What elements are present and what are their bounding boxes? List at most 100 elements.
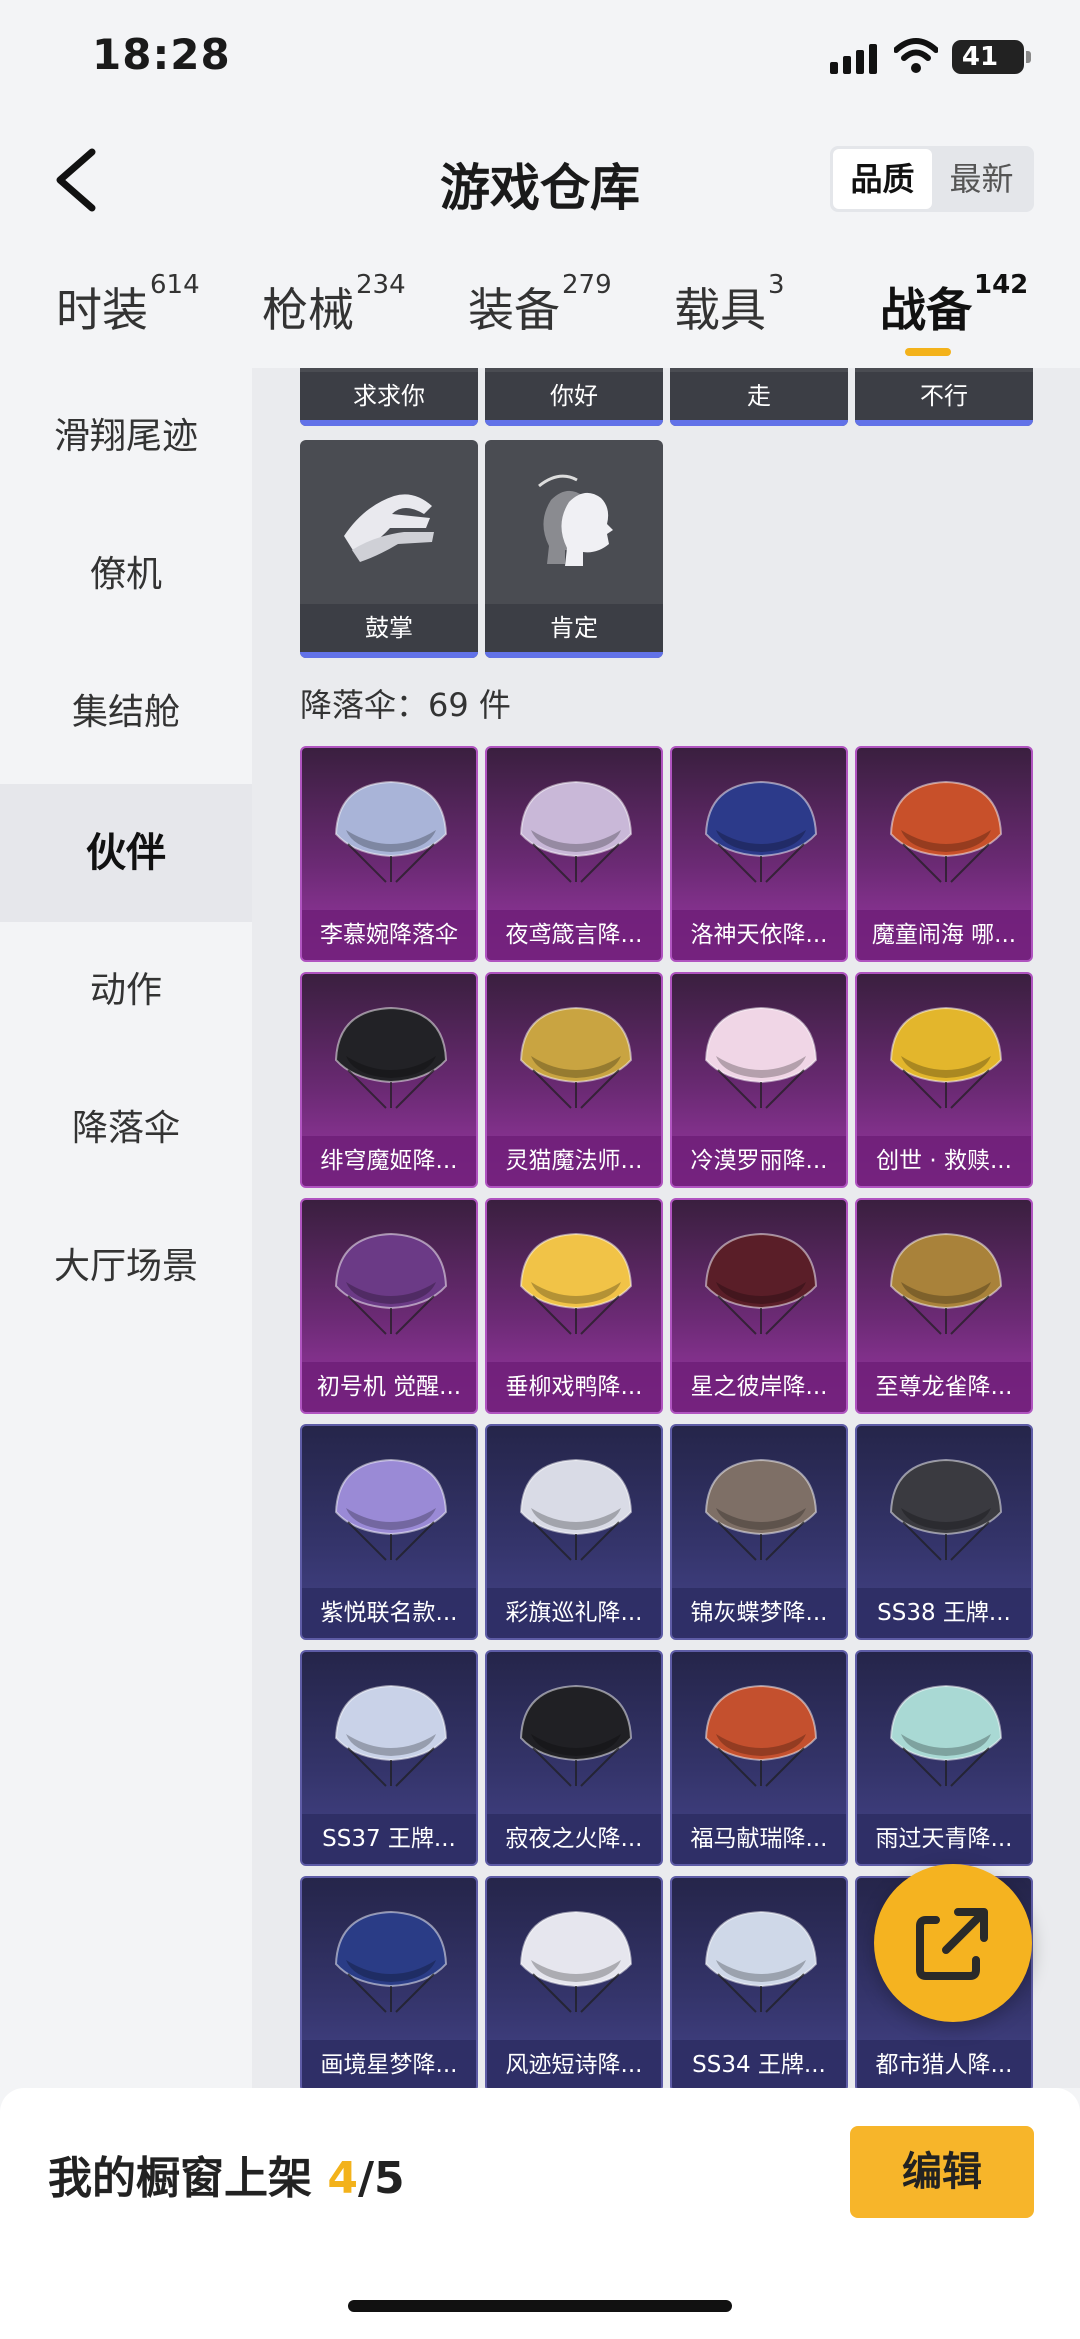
parachute-name: 寂夜之火降...: [487, 1814, 661, 1864]
tab-vehicles[interactable]: 载具3: [674, 270, 785, 340]
parachute-card[interactable]: SS38 王牌...: [855, 1424, 1033, 1640]
emote-card[interactable]: 求求你: [300, 368, 478, 426]
parachute-card[interactable]: 星之彼岸降...: [670, 1198, 848, 1414]
status-time: 18:28: [92, 30, 231, 79]
parachute-card[interactable]: 至尊龙雀降...: [855, 1198, 1033, 1414]
parachute-icon: [334, 780, 448, 883]
sidebar-item-parachute[interactable]: 降落伞: [0, 1060, 252, 1198]
parachute-name: 画境星梦降...: [302, 2040, 476, 2088]
parachute-card[interactable]: 绯穹魔姬降...: [300, 972, 478, 1188]
parachute-name: 星之彼岸降...: [672, 1362, 846, 1412]
parachute-icon: [334, 1458, 448, 1561]
parachute-card[interactable]: SS37 王牌...: [300, 1650, 478, 1866]
parachute-card[interactable]: 初号机 觉醒...: [300, 1198, 478, 1414]
sidebar-item-wingman[interactable]: 僚机: [0, 506, 252, 644]
parachute-card[interactable]: 垂柳戏鸭降...: [485, 1198, 663, 1414]
parachute-card[interactable]: 洛神天依降...: [670, 746, 848, 962]
sidebar-item-assembly-pod[interactable]: 集结舱: [0, 644, 252, 782]
parachute-icon: [519, 1232, 633, 1335]
parachute-name: 雨过天青降...: [857, 1814, 1031, 1864]
sort-option-quality[interactable]: 品质: [833, 149, 932, 209]
edit-button[interactable]: 编辑: [850, 2126, 1034, 2218]
parachute-card[interactable]: 灵猫魔法师...: [485, 972, 663, 1188]
parachute-icon: [704, 1910, 818, 2013]
parachute-card[interactable]: 紫悦联名款...: [300, 1424, 478, 1640]
sort-toggle[interactable]: 品质 最新: [830, 146, 1034, 212]
parachute-name: 魔童闹海 哪...: [857, 910, 1031, 960]
tab-firearms[interactable]: 枪械234: [262, 270, 406, 340]
emote-card[interactable]: 走: [670, 368, 848, 426]
parachute-card[interactable]: 彩旗巡礼降...: [485, 1424, 663, 1640]
parachute-icon: [889, 1458, 1003, 1561]
parachute-card[interactable]: 夜鸢箴言降...: [485, 746, 663, 962]
emote-card[interactable]: 鼓掌: [300, 440, 478, 658]
parachute-name: 李慕婉降落伞: [302, 910, 476, 960]
parachute-name: 创世 · 救赎...: [857, 1136, 1031, 1186]
parachute-icon: [704, 1232, 818, 1335]
showcase-footer: 我的橱窗上架 4/5 编辑: [0, 2088, 1080, 2339]
parachute-card[interactable]: 李慕婉降落伞: [300, 746, 478, 962]
parachute-card[interactable]: 风迹短诗降...: [485, 1876, 663, 2088]
parachute-name: 夜鸢箴言降...: [487, 910, 661, 960]
emote-label: 走: [670, 372, 848, 420]
sidebar-item-emote[interactable]: 动作: [0, 922, 252, 1060]
parachute-card[interactable]: SS34 王牌...: [670, 1876, 848, 2088]
parachute-name: SS38 王牌...: [857, 1588, 1031, 1638]
parachute-name: 绯穹魔姬降...: [302, 1136, 476, 1186]
parachute-icon: [704, 1684, 818, 1787]
parachute-card[interactable]: 福马献瑞降...: [670, 1650, 848, 1866]
parachute-icon: [334, 1006, 448, 1109]
parachute-name: 垂柳戏鸭降...: [487, 1362, 661, 1412]
parachute-name: 至尊龙雀降...: [857, 1362, 1031, 1412]
parachute-name: 冷漠罗丽降...: [672, 1136, 846, 1186]
parachute-card[interactable]: 创世 · 救赎...: [855, 972, 1033, 1188]
parachute-name: 都市猎人降...: [857, 2040, 1031, 2088]
parachute-card[interactable]: 画境星梦降...: [300, 1876, 478, 2088]
sidebar-item-partner[interactable]: 伙伴: [0, 784, 252, 922]
share-icon: [916, 1908, 988, 1980]
sidebar-item-lobby-scene[interactable]: 大厅场景: [0, 1198, 252, 1336]
showcase-status: 我的橱窗上架 4/5: [48, 2153, 405, 2204]
parachute-name: 风迹短诗降...: [487, 2040, 661, 2088]
content-area: 求求你 你好 走 不行 鼓掌 肯定 降落伞：69 件 李慕婉降落伞 夜鸢箴言降..…: [252, 368, 1080, 2088]
parachute-icon: [519, 1684, 633, 1787]
sidebar-item-glide-trail[interactable]: 滑翔尾迹: [0, 368, 252, 506]
parachute-icon: [334, 1910, 448, 2013]
category-tabs: 时装614 枪械234 装备279 载具3 战备142: [0, 262, 1080, 366]
parachute-name: 初号机 觉醒...: [302, 1362, 476, 1412]
parachute-icon: [889, 1006, 1003, 1109]
emote-card[interactable]: 不行: [855, 368, 1033, 426]
status-bar: 18:28 41: [0, 0, 1080, 120]
parachute-icon: [889, 780, 1003, 883]
emote-label: 鼓掌: [300, 604, 478, 652]
home-indicator: [348, 2300, 732, 2312]
nodding-head-icon: [538, 474, 613, 566]
parachute-icon: [519, 1458, 633, 1561]
active-tab-indicator: [905, 348, 951, 356]
emote-label: 肯定: [485, 604, 663, 652]
clapping-hands-icon: [344, 494, 434, 562]
parachute-card[interactable]: 雨过天青降...: [855, 1650, 1033, 1866]
sort-option-latest[interactable]: 最新: [932, 149, 1031, 209]
tab-equipment[interactable]: 装备279: [468, 270, 612, 340]
emote-card[interactable]: 你好: [485, 368, 663, 426]
tab-fashion[interactable]: 时装614: [56, 270, 200, 340]
parachute-card[interactable]: 寂夜之火降...: [485, 1650, 663, 1866]
battery-icon: 41: [952, 40, 1031, 74]
parachute-name: 灵猫魔法师...: [487, 1136, 661, 1186]
emote-label: 求求你: [300, 372, 478, 420]
tab-combat-gear[interactable]: 战备142: [880, 270, 1028, 340]
emote-label: 不行: [855, 372, 1033, 420]
parachute-card[interactable]: 冷漠罗丽降...: [670, 972, 848, 1188]
parachute-icon: [704, 780, 818, 883]
parachute-icon: [889, 1232, 1003, 1335]
parachute-card[interactable]: 魔童闹海 哪...: [855, 746, 1033, 962]
emote-label: 你好: [485, 372, 663, 420]
parachute-icon: [334, 1232, 448, 1335]
emote-card[interactable]: 肯定: [485, 440, 663, 658]
parachute-card[interactable]: 锦灰蝶梦降...: [670, 1424, 848, 1640]
parachute-icon: [334, 1684, 448, 1787]
share-button[interactable]: [874, 1864, 1032, 2022]
signal-icon: [830, 44, 878, 74]
parachute-icon: [704, 1458, 818, 1561]
